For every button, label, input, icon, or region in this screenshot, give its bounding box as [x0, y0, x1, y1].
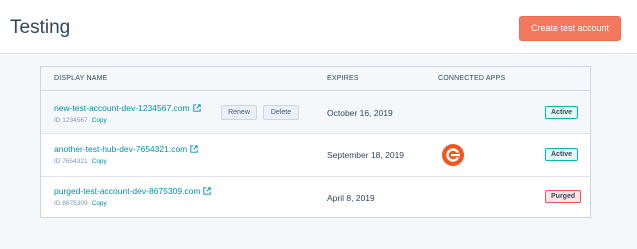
status-badge: Purged [545, 190, 582, 203]
create-test-account-button[interactable]: Create test account [519, 16, 621, 41]
copy-id-link[interactable]: Copy [92, 200, 107, 207]
account-name: purged-test-account-dev-8675309.com [54, 186, 201, 196]
table-header: DISPLAY NAME EXPIRES CONNECTED APPS [41, 67, 590, 91]
account-id-line: ID 1234567 Copy [54, 117, 107, 124]
expires-date: September 18, 2019 [327, 150, 405, 160]
account-id: ID 8675309 [54, 200, 88, 207]
external-link-icon [192, 104, 201, 112]
account-id: ID 1234567 [54, 117, 88, 124]
account-link[interactable]: another-test-hub-dev-7654321.com [54, 144, 198, 154]
renew-button[interactable]: Renew [221, 105, 257, 120]
account-name: new-test-account-dev-1234567.com [54, 103, 190, 113]
account-link[interactable]: purged-test-account-dev-8675309.com [54, 186, 212, 196]
page-header: Testing Create test account [0, 0, 637, 54]
delete-button[interactable]: Delete [263, 105, 299, 120]
expires-date: April 8, 2019 [327, 193, 375, 203]
table-row: purged-test-account-dev-8675309.com ID 8… [41, 177, 590, 217]
table-row: new-test-account-dev-1234567.com ID 1234… [41, 92, 590, 134]
account-name: another-test-hub-dev-7654321.com [54, 144, 188, 154]
copy-id-link[interactable]: Copy [92, 117, 107, 124]
connected-app-logo-icon[interactable] [442, 144, 464, 166]
column-header-expires: EXPIRES [327, 75, 359, 82]
account-id: ID 7654321 [54, 158, 88, 165]
account-id-line: ID 8675309 Copy [54, 200, 107, 207]
column-header-connected-apps: CONNECTED APPS [438, 75, 506, 82]
status-badge: Active [545, 148, 579, 161]
external-link-icon [203, 187, 212, 195]
account-link[interactable]: new-test-account-dev-1234567.com [54, 103, 201, 113]
page-title: Testing [10, 17, 71, 38]
external-link-icon [190, 145, 198, 153]
account-id-line: ID 7654321 Copy [54, 158, 107, 165]
expires-date: October 16, 2019 [327, 108, 393, 118]
copy-id-link[interactable]: Copy [92, 158, 107, 165]
status-badge: Active [545, 106, 579, 119]
column-header-display-name: DISPLAY NAME [54, 75, 108, 82]
test-accounts-table: DISPLAY NAME EXPIRES CONNECTED APPS new-… [40, 66, 591, 218]
table-row: another-test-hub-dev-7654321.com ID 7654… [41, 134, 590, 177]
